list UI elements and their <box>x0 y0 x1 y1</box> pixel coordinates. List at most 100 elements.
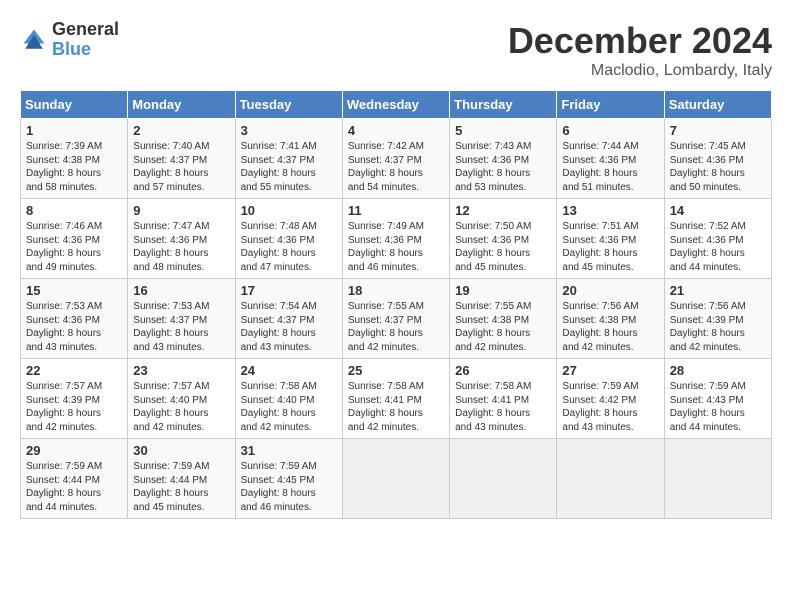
calendar-cell: 9 Sunrise: 7:47 AM Sunset: 4:36 PM Daylig… <box>128 199 235 279</box>
cell-text: Sunrise: 7:47 AM Sunset: 4:36 PM Dayligh… <box>133 220 229 274</box>
day-number: 14 <box>670 203 766 218</box>
calendar-cell: 13 Sunrise: 7:51 AM Sunset: 4:36 PM Dayli… <box>557 199 664 279</box>
cell-text: Sunrise: 7:45 AM Sunset: 4:36 PM Dayligh… <box>670 140 766 194</box>
calendar-header-row: SundayMondayTuesdayWednesdayThursdayFrid… <box>21 91 772 119</box>
calendar-cell: 31 Sunrise: 7:59 AM Sunset: 4:45 PM Dayli… <box>235 439 342 519</box>
calendar-cell: 23Sunrise: 7:57 AM Sunset: 4:40 PM Dayli… <box>128 359 235 439</box>
calendar-cell: 25Sunrise: 7:58 AM Sunset: 4:41 PM Dayli… <box>342 359 449 439</box>
day-number: 19 <box>455 283 551 298</box>
calendar-cell: 26 Sunrise: 7:58 AM Sunset: 4:41 PM Dayli… <box>450 359 557 439</box>
day-number: 22 <box>26 363 122 378</box>
cell-text: Sunrise: 7:57 AM Sunset: 4:40 PM Dayligh… <box>133 380 229 434</box>
day-number: 3 <box>241 123 337 138</box>
cell-text: Sunrise: 7:58 AM Sunset: 4:40 PM Dayligh… <box>241 380 337 434</box>
day-number: 1 <box>26 123 122 138</box>
cell-text: Sunrise: 7:48 AM Sunset: 4:36 PM Dayligh… <box>241 220 337 274</box>
cell-text: Sunrise: 7:59 AM Sunset: 4:45 PM Dayligh… <box>241 460 337 514</box>
cell-text: Sunrise: 7:59 AM Sunset: 4:43 PM Dayligh… <box>670 380 766 434</box>
day-number: 31 <box>241 443 337 458</box>
cell-text: Sunrise: 7:57 AM Sunset: 4:39 PM Dayligh… <box>26 380 122 434</box>
title-area: December 2024 Maclodio, Lombardy, Italy <box>508 20 772 80</box>
header-saturday: Saturday <box>664 91 771 119</box>
header-tuesday: Tuesday <box>235 91 342 119</box>
calendar-cell: 10 Sunrise: 7:48 AM Sunset: 4:36 PM Dayli… <box>235 199 342 279</box>
logo: General Blue <box>20 20 119 60</box>
cell-text: Sunrise: 7:40 AM Sunset: 4:37 PM Dayligh… <box>133 140 229 194</box>
calendar-cell: 16 Sunrise: 7:53 AM Sunset: 4:37 PM Dayli… <box>128 279 235 359</box>
cell-text: Sunrise: 7:43 AM Sunset: 4:36 PM Dayligh… <box>455 140 551 194</box>
cell-text: Sunrise: 7:58 AM Sunset: 4:41 PM Dayligh… <box>455 380 551 434</box>
calendar-week-row: 22 Sunrise: 7:57 AM Sunset: 4:39 PM Dayli… <box>21 359 772 439</box>
calendar-cell: 8 Sunrise: 7:46 AM Sunset: 4:36 PM Daylig… <box>21 199 128 279</box>
calendar-cell: 29 Sunrise: 7:59 AM Sunset: 4:44 PM Dayli… <box>21 439 128 519</box>
day-number: 2 <box>133 123 229 138</box>
day-number: 24 <box>241 363 337 378</box>
day-number: 16 <box>133 283 229 298</box>
cell-text: Sunrise: 7:52 AM Sunset: 4:36 PM Dayligh… <box>670 220 766 274</box>
day-number: 26 <box>455 363 551 378</box>
calendar-cell: 20Sunrise: 7:56 AM Sunset: 4:38 PM Dayli… <box>557 279 664 359</box>
location-title: Maclodio, Lombardy, Italy <box>508 62 772 80</box>
calendar-cell: 6 Sunrise: 7:44 AM Sunset: 4:36 PM Daylig… <box>557 119 664 199</box>
calendar-cell: 1Sunrise: 7:39 AM Sunset: 4:38 PM Daylig… <box>21 119 128 199</box>
day-number: 28 <box>670 363 766 378</box>
cell-text: Sunrise: 7:50 AM Sunset: 4:36 PM Dayligh… <box>455 220 551 274</box>
cell-text: Sunrise: 7:46 AM Sunset: 4:36 PM Dayligh… <box>26 220 122 274</box>
cell-text: Sunrise: 7:59 AM Sunset: 4:42 PM Dayligh… <box>562 380 658 434</box>
cell-text: Sunrise: 7:56 AM Sunset: 4:38 PM Dayligh… <box>562 300 658 354</box>
logo-text: General Blue <box>52 20 119 60</box>
calendar-cell: 3 Sunrise: 7:41 AM Sunset: 4:37 PM Daylig… <box>235 119 342 199</box>
calendar-cell: 7Sunrise: 7:45 AM Sunset: 4:36 PM Daylig… <box>664 119 771 199</box>
calendar-cell: 4Sunrise: 7:42 AM Sunset: 4:37 PM Daylig… <box>342 119 449 199</box>
cell-text: Sunrise: 7:53 AM Sunset: 4:37 PM Dayligh… <box>133 300 229 354</box>
day-number: 25 <box>348 363 444 378</box>
logo-general-text: General <box>52 20 119 40</box>
calendar-cell: 17 Sunrise: 7:54 AM Sunset: 4:37 PM Dayli… <box>235 279 342 359</box>
header-friday: Friday <box>557 91 664 119</box>
logo-icon <box>20 26 48 54</box>
cell-text: Sunrise: 7:41 AM Sunset: 4:37 PM Dayligh… <box>241 140 337 194</box>
cell-text: Sunrise: 7:44 AM Sunset: 4:36 PM Dayligh… <box>562 140 658 194</box>
calendar-cell: 14 Sunrise: 7:52 AM Sunset: 4:36 PM Dayli… <box>664 199 771 279</box>
cell-text: Sunrise: 7:59 AM Sunset: 4:44 PM Dayligh… <box>26 460 122 514</box>
calendar-cell <box>664 439 771 519</box>
calendar-cell: 30Sunrise: 7:59 AM Sunset: 4:44 PM Dayli… <box>128 439 235 519</box>
calendar-cell: 27 Sunrise: 7:59 AM Sunset: 4:42 PM Dayli… <box>557 359 664 439</box>
calendar-cell <box>557 439 664 519</box>
month-title: December 2024 <box>508 20 772 62</box>
cell-text: Sunrise: 7:55 AM Sunset: 4:37 PM Dayligh… <box>348 300 444 354</box>
calendar-cell: 18Sunrise: 7:55 AM Sunset: 4:37 PM Dayli… <box>342 279 449 359</box>
calendar-table: SundayMondayTuesdayWednesdayThursdayFrid… <box>20 90 772 519</box>
calendar-week-row: 1Sunrise: 7:39 AM Sunset: 4:38 PM Daylig… <box>21 119 772 199</box>
calendar-cell <box>450 439 557 519</box>
calendar-cell: 28 Sunrise: 7:59 AM Sunset: 4:43 PM Dayli… <box>664 359 771 439</box>
day-number: 8 <box>26 203 122 218</box>
header: General Blue December 2024 Maclodio, Lom… <box>20 20 772 80</box>
cell-text: Sunrise: 7:42 AM Sunset: 4:37 PM Dayligh… <box>348 140 444 194</box>
cell-text: Sunrise: 7:54 AM Sunset: 4:37 PM Dayligh… <box>241 300 337 354</box>
calendar-cell: 15Sunrise: 7:53 AM Sunset: 4:36 PM Dayli… <box>21 279 128 359</box>
calendar-cell: 21Sunrise: 7:56 AM Sunset: 4:39 PM Dayli… <box>664 279 771 359</box>
calendar-cell: 22 Sunrise: 7:57 AM Sunset: 4:39 PM Dayli… <box>21 359 128 439</box>
cell-text: Sunrise: 7:56 AM Sunset: 4:39 PM Dayligh… <box>670 300 766 354</box>
header-wednesday: Wednesday <box>342 91 449 119</box>
header-thursday: Thursday <box>450 91 557 119</box>
day-number: 27 <box>562 363 658 378</box>
calendar-cell: 19 Sunrise: 7:55 AM Sunset: 4:38 PM Dayli… <box>450 279 557 359</box>
cell-text: Sunrise: 7:55 AM Sunset: 4:38 PM Dayligh… <box>455 300 551 354</box>
day-number: 17 <box>241 283 337 298</box>
cell-text: Sunrise: 7:49 AM Sunset: 4:36 PM Dayligh… <box>348 220 444 274</box>
calendar-week-row: 8 Sunrise: 7:46 AM Sunset: 4:36 PM Daylig… <box>21 199 772 279</box>
calendar-cell: 24 Sunrise: 7:58 AM Sunset: 4:40 PM Dayli… <box>235 359 342 439</box>
cell-text: Sunrise: 7:51 AM Sunset: 4:36 PM Dayligh… <box>562 220 658 274</box>
day-number: 29 <box>26 443 122 458</box>
calendar-cell: 5Sunrise: 7:43 AM Sunset: 4:36 PM Daylig… <box>450 119 557 199</box>
day-number: 11 <box>348 203 444 218</box>
day-number: 6 <box>562 123 658 138</box>
day-number: 9 <box>133 203 229 218</box>
calendar-week-row: 15Sunrise: 7:53 AM Sunset: 4:36 PM Dayli… <box>21 279 772 359</box>
calendar-cell: 2 Sunrise: 7:40 AM Sunset: 4:37 PM Daylig… <box>128 119 235 199</box>
logo-blue-text: Blue <box>52 40 119 60</box>
day-number: 13 <box>562 203 658 218</box>
day-number: 10 <box>241 203 337 218</box>
